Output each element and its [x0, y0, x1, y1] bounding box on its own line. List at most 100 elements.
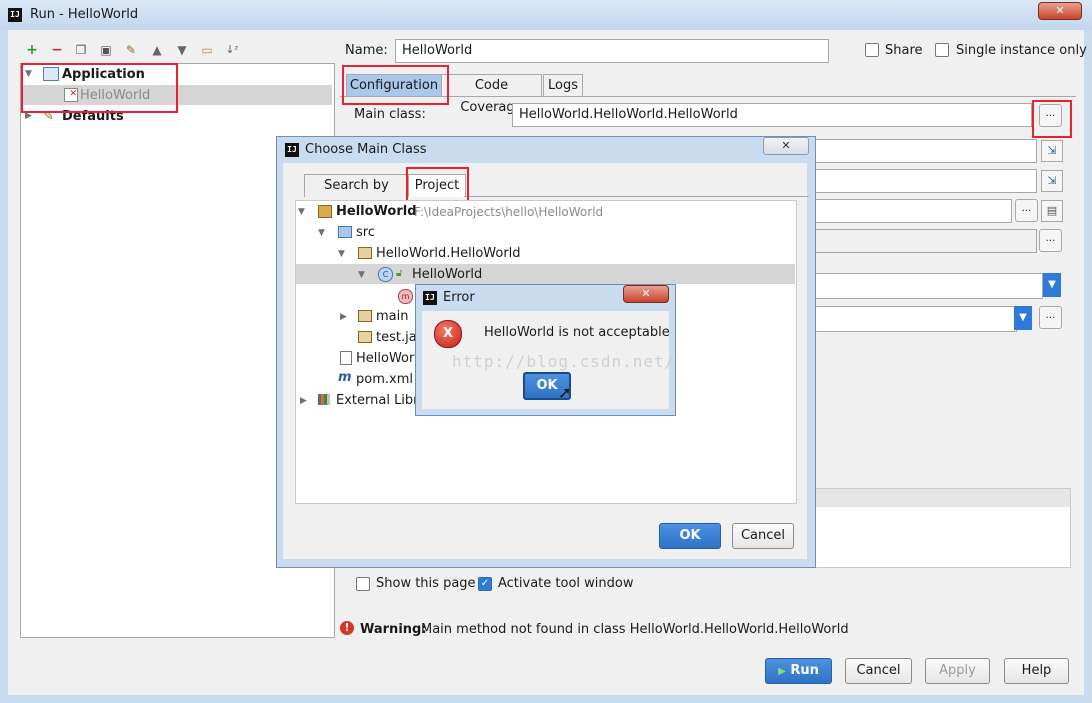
run-button[interactable]: ▶ Run	[765, 658, 832, 684]
vm-options-input[interactable]	[815, 139, 1037, 163]
sort-icon[interactable]: ↓ᶻ	[224, 42, 240, 58]
tab-code-coverage[interactable]: Code Coverage	[441, 74, 542, 115]
working-directory-input[interactable]	[815, 199, 1012, 223]
tree-node-helloworld-project[interactable]: HelloWorld	[336, 204, 417, 219]
tree-node-class-helloworld[interactable]: HelloWorld	[412, 267, 482, 282]
macro-icon[interactable]: ▤	[1041, 200, 1063, 222]
source-folder-icon	[338, 226, 352, 238]
mouse-cursor-icon: ➚	[558, 383, 572, 402]
file-icon	[340, 351, 352, 365]
name-label: Name:	[345, 43, 388, 58]
highlight-browse-button	[1032, 100, 1072, 138]
chooser-title: Choose Main Class	[305, 142, 427, 157]
single-instance-checkbox[interactable]	[935, 43, 949, 57]
expand-field-icon[interactable]: ⇲	[1041, 170, 1063, 192]
single-instance-label: Single instance only	[956, 43, 1087, 58]
chooser-close-button[interactable]: ✕	[763, 137, 809, 155]
name-input-value: HelloWorld	[402, 43, 473, 58]
highlight-application	[21, 63, 178, 113]
tab-logs[interactable]: Logs	[543, 74, 583, 97]
package-icon	[358, 331, 372, 343]
show-this-page-label: Show this page	[376, 576, 476, 591]
warning-icon: !	[340, 621, 354, 635]
window-close-button[interactable]: ✕	[1038, 2, 1082, 20]
maven-icon: m	[338, 370, 352, 385]
intellij-app-icon: IJ	[8, 8, 22, 22]
save-icon[interactable]: ▣	[98, 42, 114, 58]
expand-main-icon[interactable]: ▶	[340, 312, 347, 322]
class-icon: C	[378, 267, 393, 282]
environment-variables-browse-button[interactable]: …	[1039, 229, 1062, 252]
share-checkbox[interactable]	[865, 43, 879, 57]
before-launch-list-header	[815, 488, 1071, 508]
copy-icon[interactable]: ❐	[73, 42, 89, 58]
window-title: Run - HelloWorld	[30, 7, 139, 22]
tab-divider	[340, 96, 1076, 97]
main-class-label: Main class:	[354, 107, 426, 122]
module-folder-icon	[318, 205, 332, 218]
tree-node-pom[interactable]: pom.xml	[356, 372, 413, 387]
tree-node-test-java[interactable]: test.java	[376, 330, 415, 345]
error-title: Error	[443, 290, 475, 305]
add-icon[interactable]: +	[24, 42, 40, 58]
project-tree-selected-row	[296, 264, 795, 284]
expand-libraries-icon[interactable]: ▶	[300, 396, 307, 406]
working-directory-browse-button[interactable]: …	[1015, 199, 1038, 222]
intellij-app-icon: IJ	[423, 291, 437, 305]
main-class-input[interactable]: HelloWorld.HelloWorld.HelloWorld	[512, 103, 1032, 127]
help-button[interactable]: Help	[1004, 658, 1069, 684]
classpath-module-select[interactable]	[815, 273, 1043, 299]
expand-project-icon[interactable]: ▼	[298, 207, 305, 217]
expand-src-icon[interactable]: ▼	[318, 228, 325, 238]
jre-browse-button[interactable]: …	[1039, 306, 1062, 329]
package-icon	[358, 310, 372, 322]
warning-prefix: Warning:	[360, 622, 427, 637]
watermark-text: http://blog.csdn.net/	[452, 352, 676, 371]
tree-node-iml[interactable]: HelloWorld.iml	[356, 351, 415, 366]
run-icon: ▶	[778, 666, 786, 677]
error-close-button[interactable]: ✕	[623, 285, 669, 303]
environment-variables-input[interactable]	[815, 229, 1037, 253]
run-button-label: Run	[790, 663, 819, 678]
chooser-cancel-button[interactable]: Cancel	[732, 523, 794, 549]
expand-package-icon[interactable]: ▼	[338, 249, 345, 259]
libraries-icon	[318, 394, 330, 405]
package-icon	[358, 247, 372, 259]
activate-tool-window-label: Activate tool window	[498, 576, 634, 591]
chevron-down-icon[interactable]: ▼	[1043, 273, 1061, 297]
before-launch-list[interactable]	[815, 507, 1071, 568]
method-icon: m	[398, 289, 413, 304]
intellij-app-icon: IJ	[285, 143, 299, 157]
folder-icon[interactable]: ▭	[199, 42, 215, 58]
apply-button[interactable]: Apply	[925, 658, 990, 684]
tree-node-package[interactable]: HelloWorld.HelloWorld	[376, 246, 521, 261]
error-icon: X	[434, 320, 462, 348]
tree-node-src[interactable]: src	[356, 225, 375, 240]
tab-search-by-name[interactable]: Search by Name	[304, 174, 409, 215]
project-path: F:\IdeaProjects\hello\HelloWorld	[414, 205, 604, 219]
wrench-icon[interactable]: ✎	[123, 42, 139, 58]
arrow-down-icon[interactable]: ▼	[174, 42, 190, 58]
expand-field-icon[interactable]: ⇲	[1041, 140, 1063, 162]
activate-tool-window-checkbox[interactable]: ✓	[478, 577, 492, 591]
main-class-value: HelloWorld.HelloWorld.HelloWorld	[519, 107, 738, 122]
tree-node-external-libraries[interactable]: External Libraries	[336, 393, 415, 408]
name-input[interactable]: HelloWorld	[395, 39, 829, 63]
warning-message: Main method not found in class HelloWorl…	[421, 622, 849, 637]
jre-select[interactable]	[815, 306, 1017, 332]
remove-icon[interactable]: −	[49, 42, 65, 58]
share-label: Share	[885, 43, 923, 58]
public-access-icon: 🔓︎	[396, 268, 403, 279]
chevron-down-icon[interactable]: ▼	[1014, 306, 1032, 330]
chooser-ok-button[interactable]: OK	[659, 523, 721, 549]
error-message: HelloWorld is not acceptable	[484, 325, 670, 340]
tree-node-main[interactable]: main	[376, 309, 408, 324]
expand-class-icon[interactable]: ▼	[358, 270, 365, 280]
cancel-button[interactable]: Cancel	[845, 658, 912, 684]
window-titlebar: IJ Run - HelloWorld ✕	[0, 0, 1092, 30]
chooser-tab-divider	[464, 196, 809, 197]
arrow-up-icon[interactable]: ▲	[149, 42, 165, 58]
highlight-configuration-tab	[342, 65, 449, 105]
show-this-page-checkbox[interactable]	[356, 577, 370, 591]
program-arguments-input[interactable]	[815, 169, 1037, 193]
